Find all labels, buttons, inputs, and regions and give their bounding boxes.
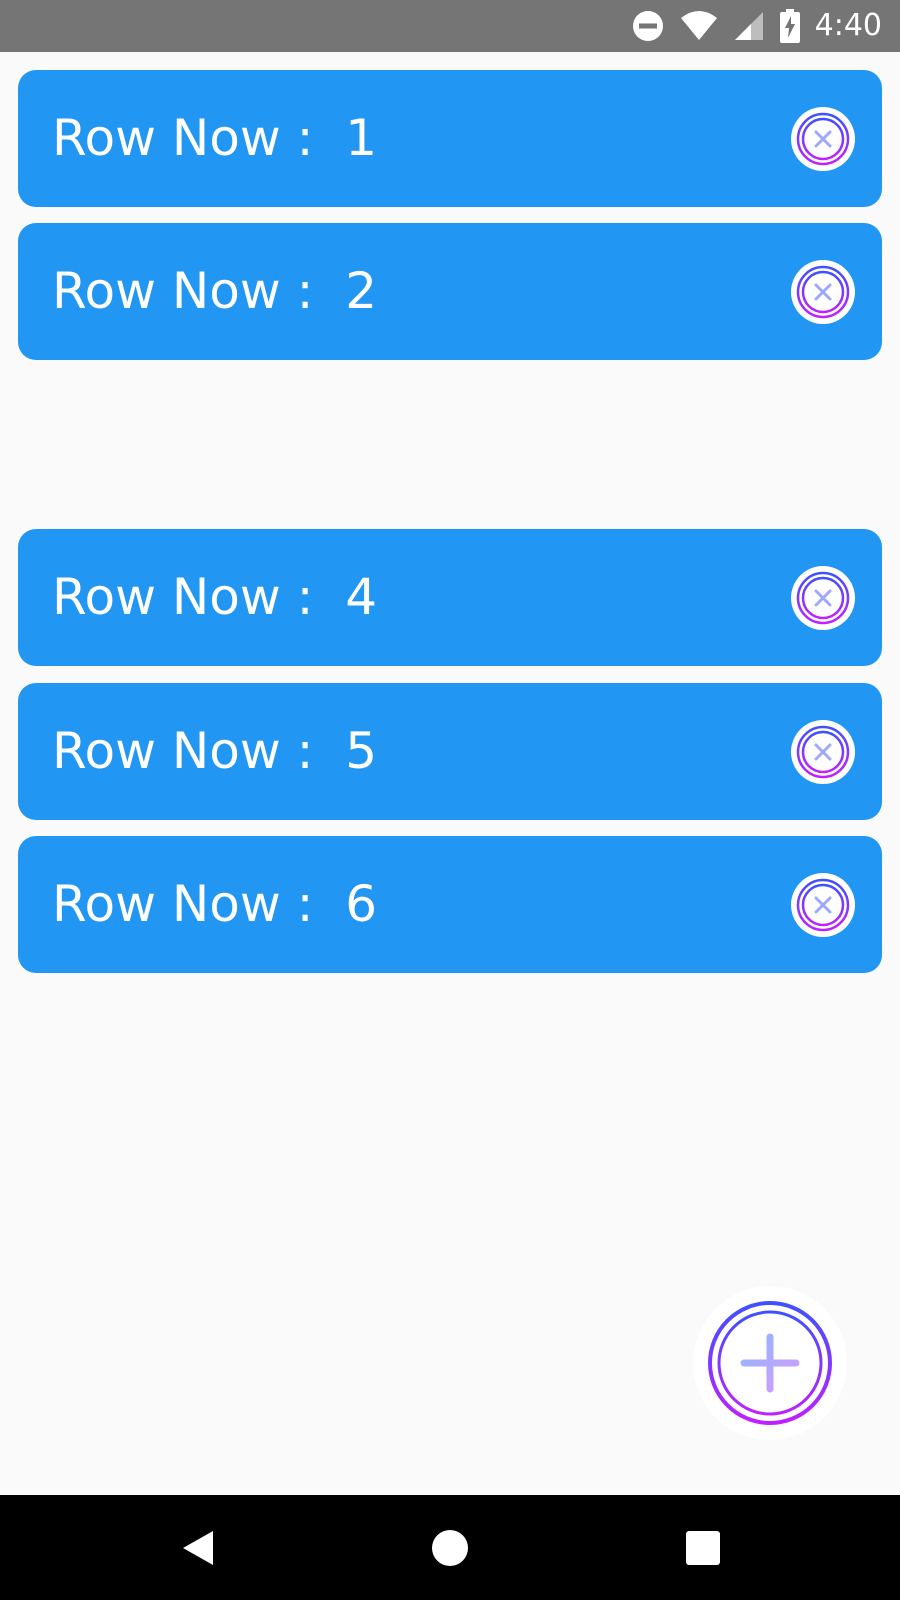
status-icons: 4:40 (631, 0, 882, 52)
battery-charging-icon (779, 9, 800, 43)
back-button[interactable] (158, 1495, 238, 1600)
add-row-button[interactable] (692, 1285, 848, 1441)
home-button[interactable] (410, 1495, 490, 1600)
do-not-disturb-icon (632, 11, 663, 41)
back-icon (183, 1530, 213, 1565)
row-label: Row Now : 4 (52, 568, 378, 626)
recents-button[interactable] (663, 1495, 743, 1600)
recents-icon (686, 1530, 720, 1565)
row-label: Row Now : 2 (52, 262, 378, 320)
list-item[interactable]: Row Now : 1 (18, 70, 882, 207)
status-clock: 4:40 (814, 8, 882, 43)
navigation-bar (0, 1495, 900, 1600)
status-bar: 4:40 (0, 0, 900, 52)
wifi-icon (680, 11, 717, 40)
remove-row-button[interactable] (790, 872, 856, 938)
row-label: Row Now : 5 (52, 722, 378, 780)
remove-row-button[interactable] (790, 565, 856, 631)
remove-row-button[interactable] (790, 719, 856, 785)
list-item[interactable]: Row Now : 6 (18, 836, 882, 973)
remove-row-button[interactable] (790, 106, 856, 172)
list-item[interactable]: Row Now : 5 (18, 683, 882, 820)
list-item[interactable]: Row Now : 2 (18, 223, 882, 360)
cell-signal-icon (734, 12, 763, 40)
row-label: Row Now : 1 (52, 109, 378, 167)
row-label: Row Now : 6 (52, 875, 378, 933)
remove-row-button[interactable] (790, 259, 856, 325)
home-icon (432, 1529, 468, 1566)
list-item[interactable]: Row Now : 4 (18, 529, 882, 666)
